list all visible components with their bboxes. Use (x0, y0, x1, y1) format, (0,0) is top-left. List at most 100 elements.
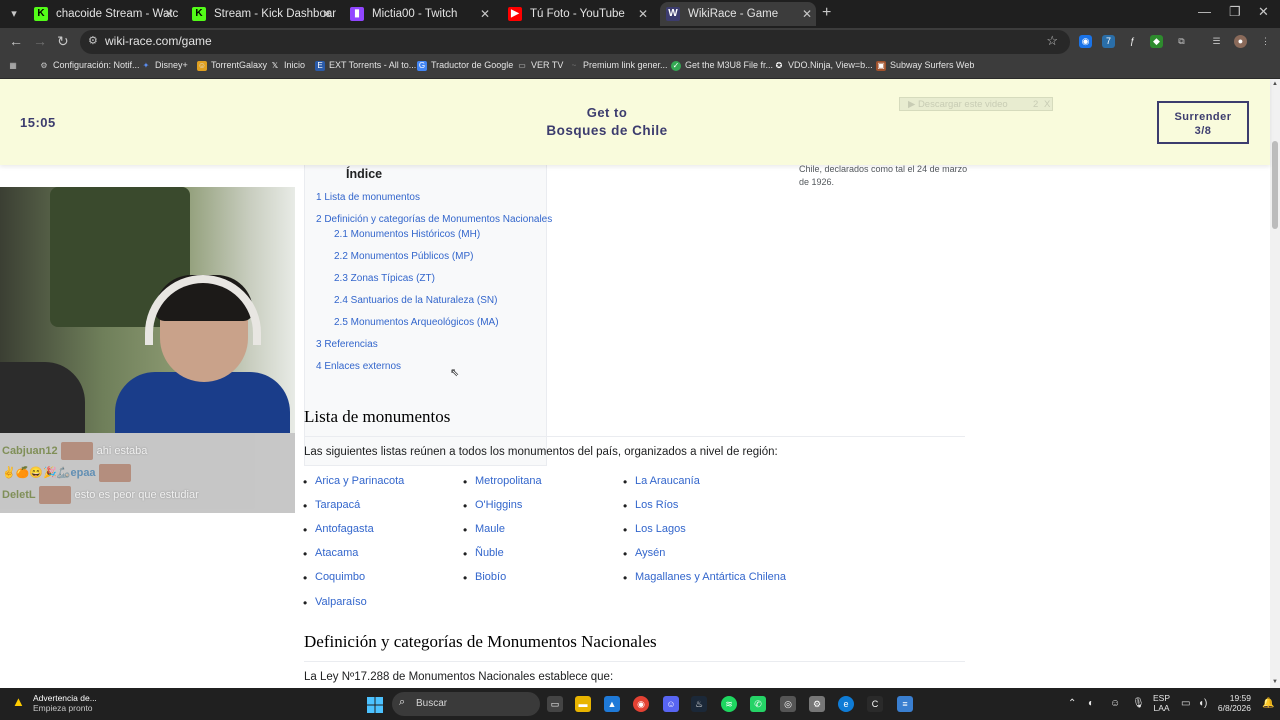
settings-icon[interactable]: ⚙ (809, 696, 825, 712)
mic-tray-icon[interactable]: 🎙 (1132, 698, 1145, 709)
toc-link[interactable]: 2.5 Monumentos Arqueológicos (MA) (334, 317, 499, 328)
bookmark-star-icon[interactable]: ☆ (1046, 33, 1058, 49)
bookmark-item[interactable]: ✦ Disney+ (141, 60, 188, 71)
clock[interactable]: 19:59 6/8/2026 (1213, 693, 1251, 713)
windows-start-icon[interactable] (367, 697, 383, 713)
bookmark-item[interactable]: ▣ Subway Surfers Web (876, 60, 974, 71)
toc-link[interactable]: 1 Lista de monumentos (316, 192, 420, 203)
region-link[interactable]: Coquimbo (303, 571, 365, 585)
region-link[interactable]: Arica y Parinacota (303, 475, 404, 489)
toc-link[interactable]: 2 Definición y categorías de Monumentos … (316, 214, 552, 225)
surrender-button[interactable]: Surrender 3/8 (1157, 101, 1249, 144)
chrome-icon[interactable]: ◉ (633, 696, 649, 712)
url-text[interactable]: wiki-race.com/game (105, 34, 212, 48)
scrollbar-thumb[interactable] (1272, 141, 1278, 229)
window-close-icon[interactable]: ✕ (1258, 4, 1269, 20)
tray-overflow-icon[interactable]: ⌃ (1068, 698, 1076, 709)
discord-tray-icon[interactable]: ☺ (1110, 698, 1120, 709)
reading-list-icon[interactable]: ☰ (1210, 35, 1223, 48)
region-link[interactable]: Los Ríos (623, 499, 679, 513)
toc-link[interactable]: 2.1 Monumentos Históricos (MH) (334, 229, 480, 240)
tab-twitch[interactable]: ▮ Mictia00 - Twitch ✕ (344, 2, 494, 26)
extension-icon[interactable]: ◆ (1150, 35, 1163, 48)
taskbar-search[interactable]: ⌕ Buscar (392, 692, 540, 716)
bookmark-item[interactable]: ▭ VER TV (517, 60, 563, 71)
tab-kick-dashboard[interactable]: K Stream - Kick Dashboard ✕ (186, 2, 336, 26)
tab-kick-stream[interactable]: Kchacoide Stream - Watch Live o ✕ (28, 2, 178, 26)
forward-icon[interactable]: → (33, 33, 47, 49)
region-link[interactable]: Valparaíso (303, 596, 367, 610)
photos-icon[interactable]: ▲ (604, 696, 620, 712)
extension-icon[interactable]: ƒ (1126, 35, 1139, 48)
toc-link[interactable]: 4 Enlaces externos (316, 361, 401, 372)
close-icon[interactable]: ✕ (164, 2, 174, 26)
site-info-icon[interactable]: ⚙ (88, 34, 98, 47)
region-link[interactable]: La Araucanía (623, 475, 700, 489)
region-link[interactable]: O'Higgins (463, 499, 522, 513)
region-link[interactable]: Maule (463, 523, 505, 537)
scroll-up-icon[interactable]: ▲ (1272, 81, 1278, 87)
close-icon[interactable]: ✕ (480, 2, 490, 26)
file-explorer-icon[interactable]: ▬ (575, 696, 591, 712)
region-link[interactable]: Ñuble (463, 547, 504, 561)
notifications-icon[interactable]: 🔔 (1262, 698, 1274, 709)
bookmark-item[interactable]: G Traductor de Google (417, 60, 513, 71)
spotify-icon[interactable]: ≋ (721, 696, 737, 712)
steam-tray-icon[interactable]: ◐ (1088, 698, 1094, 709)
edge-icon[interactable]: e (838, 696, 854, 712)
bookmark-item[interactable]: ~ Premium link gener... (569, 60, 668, 71)
extension-icon[interactable]: 7 (1102, 35, 1115, 48)
steam-icon[interactable]: ♨ (691, 696, 707, 712)
divider (304, 436, 965, 437)
new-tab-icon[interactable]: + (822, 4, 831, 22)
region-link[interactable]: Biobío (463, 571, 506, 585)
toc-link[interactable]: 2.4 Santuarios de la Naturaleza (SN) (334, 295, 497, 306)
toc-link[interactable]: 2.3 Zonas Típicas (ZT) (334, 273, 435, 284)
download-video-button[interactable]: ▶ Descargar este video 2 X (899, 97, 1053, 111)
region-link[interactable]: Magallanes y Antártica Chilena (623, 571, 786, 585)
bookmark-item[interactable]: ✓ Get the M3U8 File fr... (671, 60, 773, 71)
restore-icon[interactable]: ❐ (1229, 4, 1241, 20)
region-link[interactable]: Metropolitana (463, 475, 542, 489)
bookmark-item[interactable]: E EXT Torrents - All to... (315, 60, 416, 71)
close-icon[interactable]: ✕ (322, 2, 332, 26)
toc-link[interactable]: 2.2 Monumentos Públicos (MP) (334, 251, 474, 262)
tab-search-icon[interactable]: ▾ (5, 5, 23, 23)
region-link[interactable]: Atacama (303, 547, 359, 561)
toc-link[interactable]: 3 Referencias (316, 339, 378, 350)
minimize-icon[interactable]: — (1198, 4, 1211, 19)
volume-icon[interactable]: ◖) (1198, 698, 1207, 709)
notification-widget[interactable]: Advertencia de... Empieza pronto (33, 693, 97, 713)
back-icon[interactable]: ← (9, 33, 23, 49)
scroll-down-icon[interactable]: ▼ (1272, 679, 1278, 685)
address-bar[interactable]: ⚙ wiki-race.com/game ☆ (80, 30, 1070, 54)
kick-icon: K (192, 6, 206, 21)
bookmark-item[interactable]: ⚙ Configuración: Notif... (39, 60, 139, 71)
reload-icon[interactable]: ↻ (57, 33, 69, 50)
ccleaner-icon[interactable]: C (867, 696, 883, 712)
bookmark-item[interactable]: 𝕏 Inicio (270, 60, 305, 71)
avatar[interactable]: ● (1234, 35, 1247, 48)
network-icon[interactable]: ▭ (1181, 698, 1190, 709)
language-indicator[interactable]: ESP LAA (1153, 693, 1170, 713)
download-close-icon[interactable]: X (1044, 98, 1050, 112)
extension-icon[interactable]: ◉ (1079, 35, 1092, 48)
close-icon[interactable]: ✕ (638, 2, 648, 26)
region-link[interactable]: Tarapacá (303, 499, 360, 513)
close-icon[interactable]: ✕ (802, 2, 812, 26)
bookmark-item[interactable]: ☺ TorrentGalaxy (197, 60, 267, 71)
bookmark-item[interactable]: ✪ VDO.Ninja, View=b... (774, 60, 873, 71)
region-link[interactable]: Los Lagos (623, 523, 686, 537)
apps-icon[interactable]: ▦ (8, 60, 22, 71)
region-link[interactable]: Antofagasta (303, 523, 374, 537)
region-link[interactable]: Aysén (623, 547, 666, 561)
notepad-icon[interactable]: ≡ (897, 696, 913, 712)
puzzle-icon[interactable]: ⧉ (1175, 35, 1188, 48)
task-view-icon[interactable]: ▭ (547, 696, 563, 712)
tab-youtube[interactable]: ▶ Tú Foto - YouTube ✕ (502, 2, 652, 26)
whatsapp-icon[interactable]: ✆ (750, 696, 766, 712)
tab-wikirace[interactable]: W WikiRace - Game ✕ (660, 2, 816, 26)
discord-icon[interactable]: ☺ (663, 696, 679, 712)
app-icon[interactable]: ◎ (780, 696, 796, 712)
menu-icon[interactable]: ⋮ (1259, 35, 1272, 48)
